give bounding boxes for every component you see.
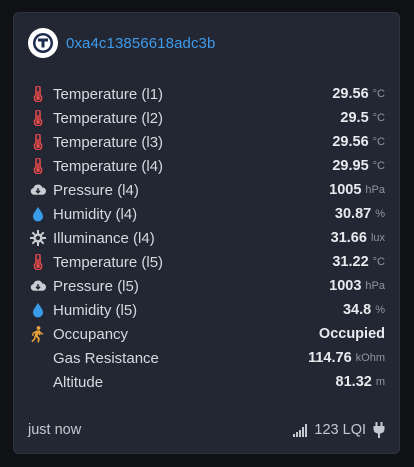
lqi-indicator: 123 LQI (293, 422, 366, 438)
reading-value: 31.22 (332, 254, 369, 270)
reading-unit: °C (372, 88, 385, 100)
reading-unit: lux (370, 232, 385, 244)
sun-gear-icon (30, 230, 46, 246)
reading-unit: °C (372, 256, 385, 268)
reading-row: Humidity (l5) 34.8% (30, 298, 385, 322)
reading-row: Pressure (l4) 1005 hPa (30, 178, 385, 202)
reading-value: 81.32 (335, 374, 372, 390)
reading-label: Occupancy (53, 325, 129, 343)
device-card: 0xa4c13856618adc3b Temperature (l1) 29.56… (13, 12, 400, 454)
water-drop-icon (30, 206, 46, 222)
device-logo-icon (28, 28, 58, 58)
reading-unit: °C (372, 136, 385, 148)
cloud-download-icon (30, 278, 46, 294)
reading-unit: kOhm (355, 352, 385, 364)
thermometer-icon (30, 254, 46, 270)
reading-value: 30.87 (334, 206, 372, 222)
reading-value: 114.76 (308, 350, 352, 366)
reading-value: 29.56 (332, 86, 369, 102)
lqi-value: 123 LQI (314, 422, 366, 438)
reading-label: Altitude (53, 373, 104, 391)
plug-icon (373, 422, 385, 438)
card-footer: just now 123 LQI (28, 419, 385, 441)
empty-icon-slot (30, 374, 46, 390)
reading-row: Temperature (l3) 29.56 °C (30, 130, 385, 154)
reading-value: 34.8 (342, 302, 372, 318)
reading-label: Pressure (l4) (53, 181, 139, 199)
reading-row: Temperature (l2) 29.5 °C (30, 106, 385, 130)
walking-person-icon (30, 325, 46, 343)
reading-label: Temperature (l2) (53, 109, 164, 127)
reading-row: Humidity (l4) 30.87% (30, 202, 385, 226)
reading-row: Temperature (l4) 29.95 °C (30, 154, 385, 178)
reading-label: Pressure (l5) (53, 277, 139, 295)
reading-unit: °C (372, 160, 385, 172)
reading-unit: % (375, 208, 385, 220)
reading-row: Illuminance (l4) 31.66 lux (30, 226, 385, 250)
reading-unit: hPa (365, 280, 385, 292)
device-header: 0xa4c13856618adc3b (28, 27, 215, 59)
reading-row: Occupancy Occupied (30, 322, 385, 346)
thermometer-icon (30, 158, 46, 174)
reading-value: 29.56 (332, 134, 369, 150)
reading-value: 31.66 (330, 230, 367, 246)
device-id-link[interactable]: 0xa4c13856618adc3b (66, 35, 215, 52)
reading-unit: hPa (365, 184, 385, 196)
reading-unit: m (375, 376, 385, 388)
reading-row: Pressure (l5) 1003 hPa (30, 274, 385, 298)
thermometer-icon (30, 86, 46, 102)
thermometer-icon (30, 134, 46, 150)
reading-label: Temperature (l1) (53, 85, 164, 103)
reading-value: 1003 (329, 278, 362, 294)
reading-unit: °C (372, 112, 385, 124)
reading-label: Temperature (l4) (53, 157, 164, 175)
reading-label: Temperature (l5) (53, 253, 164, 271)
reading-label: Temperature (l3) (53, 133, 164, 151)
signal-bars-icon (293, 423, 310, 437)
cloud-download-icon (30, 182, 46, 198)
reading-value: 1005 (329, 182, 362, 198)
reading-row: Temperature (l1) 29.56 °C (30, 82, 385, 106)
reading-value: 29.5 (340, 110, 369, 126)
reading-row: Temperature (l5) 31.22 °C (30, 250, 385, 274)
reading-row: Gas Resistance 114.76 kOhm (30, 346, 385, 370)
reading-value: Occupied (318, 326, 385, 342)
reading-unit: % (375, 304, 385, 316)
reading-label: Humidity (l5) (53, 301, 138, 319)
thermometer-icon (30, 110, 46, 126)
water-drop-icon (30, 302, 46, 318)
reading-label: Gas Resistance (53, 349, 159, 367)
reading-value: 29.95 (332, 158, 369, 174)
readings-list: Temperature (l1) 29.56 °C Temperature (l2) 2… (30, 82, 385, 394)
reading-label: Humidity (l4) (53, 205, 138, 223)
last-seen-text: just now (28, 422, 82, 438)
empty-icon-slot (30, 350, 46, 366)
reading-row: Altitude 81.32 m (30, 370, 385, 394)
reading-label: Illuminance (l4) (53, 229, 155, 247)
